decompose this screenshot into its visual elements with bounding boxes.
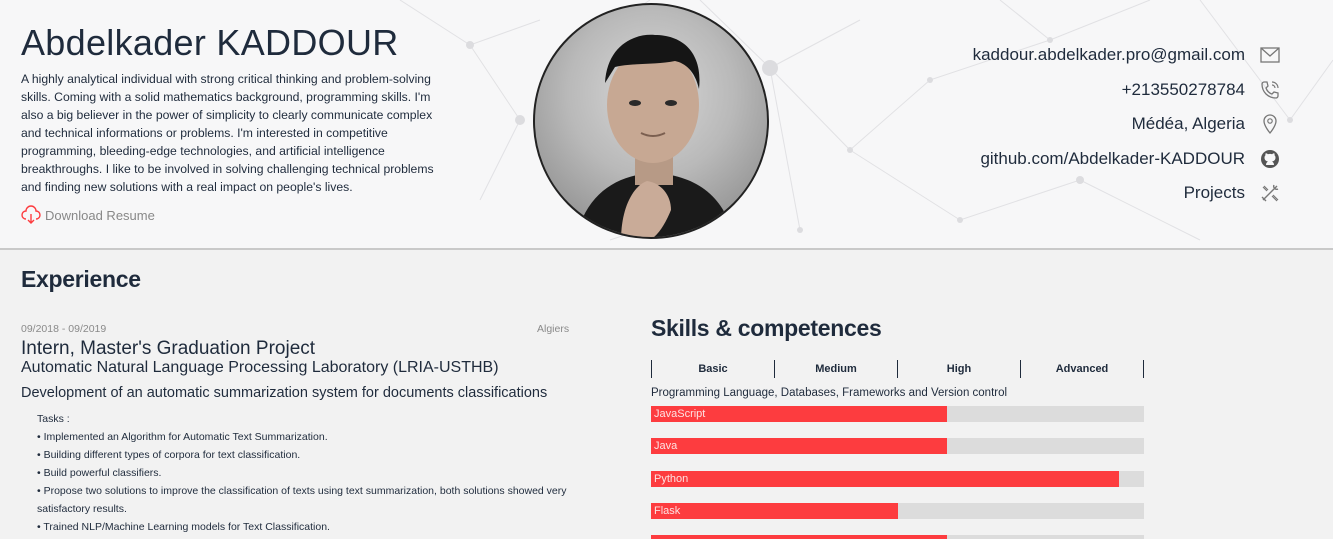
github-icon <box>1259 148 1281 170</box>
experience-date: 09/2018 - 09/2019 <box>21 323 107 335</box>
download-resume-link[interactable]: Download Resume <box>21 205 155 225</box>
level-basic: Basic <box>651 360 774 378</box>
contact-projects[interactable]: Projects <box>973 176 1281 211</box>
tools-icon <box>1259 182 1281 204</box>
profile-photo <box>533 3 769 239</box>
skill-bar-java: Java <box>651 438 1144 454</box>
skills-heading: Skills & competences <box>651 315 882 341</box>
contact-github[interactable]: github.com/Abdelkader-KADDOUR <box>973 142 1281 177</box>
skill-fill: Flask <box>651 503 898 519</box>
experience-description: Development of an automatic summarizatio… <box>21 385 548 401</box>
contact-email[interactable]: kaddour.abdelkader.pro@gmail.com <box>973 38 1281 73</box>
phone-icon <box>1259 79 1281 101</box>
skill-fill: Java <box>651 438 947 454</box>
skill-category: Programming Language, Databases, Framewo… <box>651 387 1008 399</box>
contact-projects-text: Projects <box>1183 183 1245 203</box>
experience-task-list: Tasks : • Implemented an Algorithm for A… <box>37 410 577 536</box>
task-item: • Implemented an Algorithm for Automatic… <box>37 431 328 443</box>
level-high: High <box>897 360 1020 378</box>
experience-heading: Experience <box>21 266 141 292</box>
skill-bar-partial <box>651 535 1144 539</box>
tasks-label: Tasks : <box>37 413 70 425</box>
contact-list: kaddour.abdelkader.pro@gmail.com +213550… <box>973 38 1281 211</box>
task-item: • Trained NLP/Machine Learning models fo… <box>37 521 330 533</box>
contact-location: Médéa, Algeria <box>973 107 1281 142</box>
profile-bio: A highly analytical individual with stro… <box>21 72 434 194</box>
skill-bar-javascript: JavaScript <box>651 406 1144 422</box>
contact-phone-text: +213550278784 <box>1121 79 1245 99</box>
skill-bar-flask: Flask <box>651 503 1144 519</box>
experience-organization: Automatic Natural Language Processing La… <box>21 359 499 376</box>
profile-name: Abdelkader KADDOUR <box>21 22 399 63</box>
experience-location: Algiers <box>537 323 570 335</box>
contact-location-text: Médéa, Algeria <box>1131 114 1245 134</box>
contact-github-text: github.com/Abdelkader-KADDOUR <box>980 148 1245 168</box>
contact-phone[interactable]: +213550278784 <box>973 73 1281 108</box>
task-item: • Building different types of corpora fo… <box>37 449 301 461</box>
task-item: • Propose two solutions to improve the c… <box>37 485 567 515</box>
cloud-download-icon <box>21 205 41 224</box>
skill-level-scale: Basic Medium High Advanced <box>651 360 1144 378</box>
level-advanced: Advanced <box>1020 360 1144 378</box>
location-pin-icon <box>1259 113 1281 135</box>
skill-fill: Python <box>651 471 1120 487</box>
task-item: • Build powerful classifiers. <box>37 467 162 479</box>
experience-job-title: Intern, Master's Graduation Project <box>21 338 316 359</box>
skill-fill <box>651 535 947 539</box>
level-medium: Medium <box>774 360 897 378</box>
skill-fill: JavaScript <box>651 406 947 422</box>
skill-bar-python: Python <box>651 471 1144 487</box>
mail-icon <box>1259 44 1281 66</box>
profile-header: Abdelkader KADDOUR A highly analytical i… <box>0 0 1333 250</box>
contact-email-text: kaddour.abdelkader.pro@gmail.com <box>972 45 1245 65</box>
download-resume-label: Download Resume <box>45 207 155 223</box>
